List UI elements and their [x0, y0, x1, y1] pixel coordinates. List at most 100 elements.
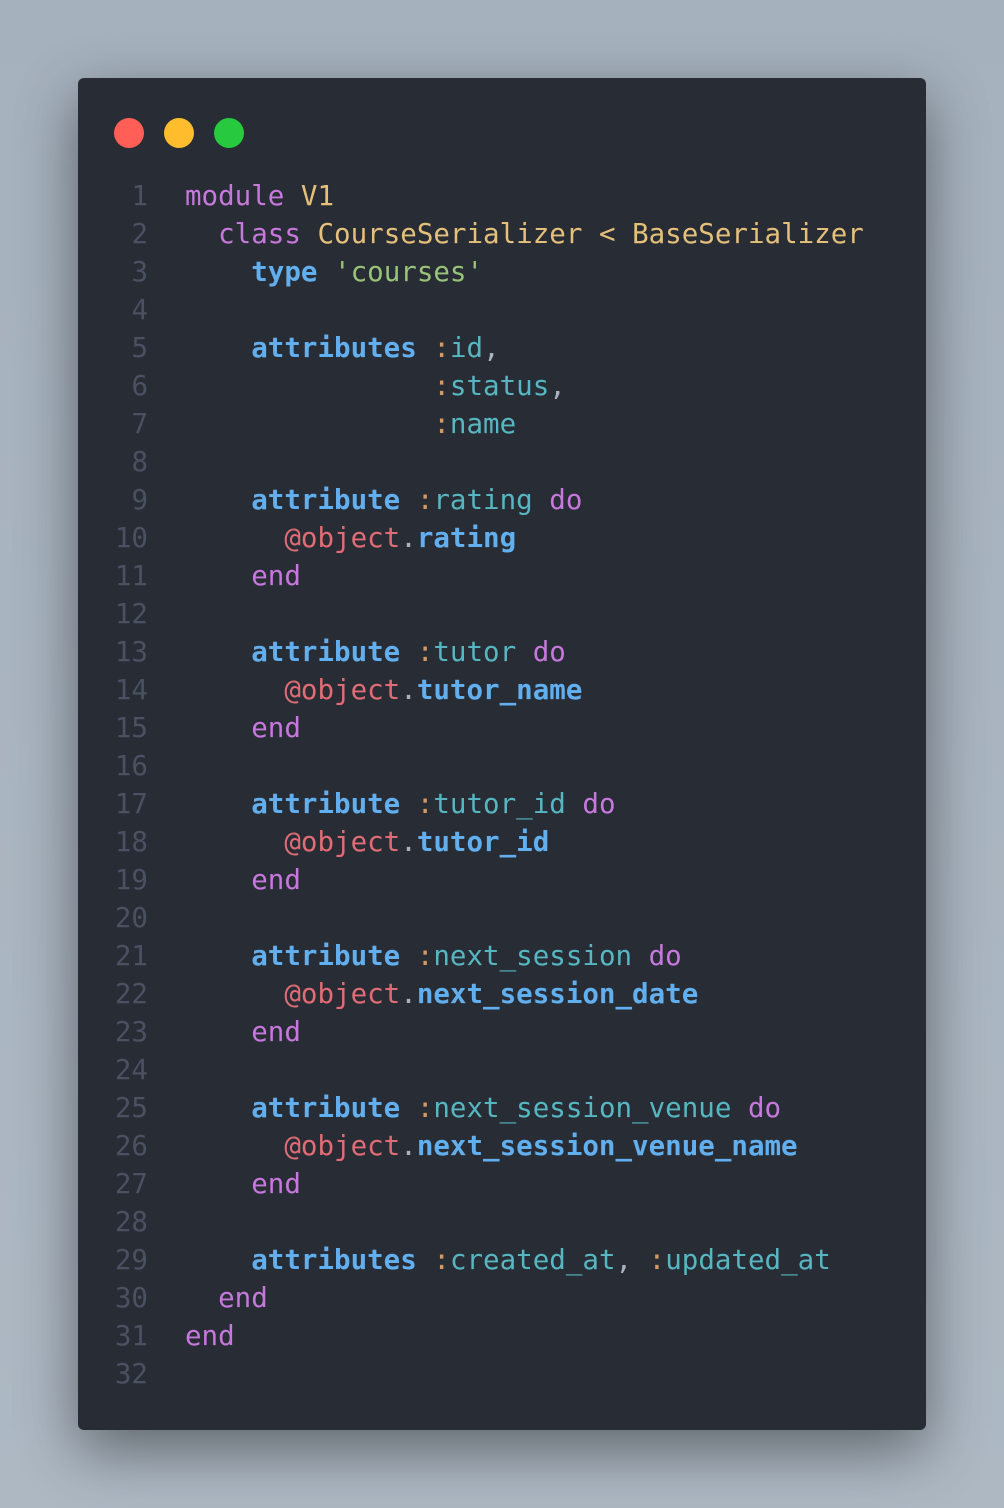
- close-button[interactable]: [114, 118, 144, 148]
- code-line: 4: [78, 291, 864, 329]
- code-token: @object: [284, 674, 401, 706]
- code-token: @object: [284, 978, 401, 1010]
- line-number: 7: [131, 408, 148, 440]
- code-line: 22 @object. next_session_date: [78, 975, 864, 1013]
- code-line: 21 attribute : next_session do: [78, 937, 864, 975]
- code-line: 27 end: [78, 1165, 864, 1203]
- code-token: :: [433, 1244, 450, 1276]
- line-number: 14: [114, 674, 148, 706]
- minimize-button[interactable]: [164, 118, 194, 148]
- code-token: next_session: [433, 940, 633, 972]
- code-token: attribute: [251, 788, 401, 820]
- code-token: rating: [416, 522, 517, 554]
- code-line: 28: [78, 1203, 864, 1241]
- line-number: 11: [114, 560, 148, 592]
- line-number: 1: [131, 180, 148, 212]
- code-token: end: [251, 1168, 301, 1200]
- line-number: 13: [114, 636, 148, 668]
- code-token: attributes: [251, 332, 417, 364]
- code-line: 6 : status,: [78, 367, 864, 405]
- line-number: 15: [114, 712, 148, 744]
- code-line: 25 attribute : next_session_venue do: [78, 1089, 864, 1127]
- code-token: attribute: [251, 484, 401, 516]
- line-number: 17: [114, 788, 148, 820]
- line-number: 19: [114, 864, 148, 896]
- line-number: 8: [131, 446, 148, 478]
- code-token: next_session_venue: [433, 1092, 732, 1124]
- code-line: 5 attributes : id,: [78, 329, 864, 367]
- code-token: V1: [300, 180, 335, 212]
- code-token: .: [400, 1130, 417, 1162]
- code-token: BaseSerializer: [632, 218, 864, 250]
- code-token: :: [433, 370, 450, 402]
- line-number: 22: [114, 978, 148, 1010]
- code-line: 3 type 'courses': [78, 253, 864, 291]
- code-token: end: [251, 560, 301, 592]
- code-token: end: [251, 1016, 301, 1048]
- code-token: tutor_name: [416, 674, 583, 706]
- code-token: class: [218, 218, 301, 250]
- code-token: do: [582, 788, 616, 820]
- line-number: 2: [131, 218, 148, 250]
- code-line: 24: [78, 1051, 864, 1089]
- code-token: ,: [549, 370, 566, 402]
- code-token: @object: [284, 1130, 401, 1162]
- code-token: end: [251, 864, 301, 896]
- line-number: 21: [114, 940, 148, 972]
- line-number: 27: [114, 1168, 148, 1200]
- code-token: name: [449, 408, 517, 440]
- line-number: 31: [114, 1320, 148, 1352]
- code-token: next_session_date: [416, 978, 699, 1010]
- line-number: 5: [131, 332, 148, 364]
- line-number: 16: [114, 750, 148, 782]
- code-token: @object: [284, 522, 401, 554]
- code-token: .: [400, 826, 417, 858]
- code-token: module: [185, 180, 285, 212]
- line-number: 25: [114, 1092, 148, 1124]
- code-editor: 1 module V1 2 class CourseSerializer < Bas…: [78, 177, 864, 1393]
- code-token: status: [449, 370, 550, 402]
- line-number: 9: [131, 484, 148, 516]
- code-line: 15 end: [78, 709, 864, 747]
- maximize-button[interactable]: [214, 118, 244, 148]
- code-line: 12: [78, 595, 864, 633]
- code-line: 13 attribute : tutor do: [78, 633, 864, 671]
- code-line: 11 end: [78, 557, 864, 595]
- code-token: type: [251, 256, 318, 288]
- code-token: .: [400, 978, 417, 1010]
- code-token: do: [648, 940, 682, 972]
- code-token: end: [218, 1282, 268, 1314]
- code-line: 10 @object. rating: [78, 519, 864, 557]
- line-number: 24: [114, 1054, 148, 1086]
- code-line: 2 class CourseSerializer < BaseSerialize…: [78, 215, 864, 253]
- code-token: :: [648, 1244, 666, 1276]
- code-token: id: [449, 332, 484, 364]
- code-token: .: [400, 522, 417, 554]
- code-token: attribute: [251, 940, 401, 972]
